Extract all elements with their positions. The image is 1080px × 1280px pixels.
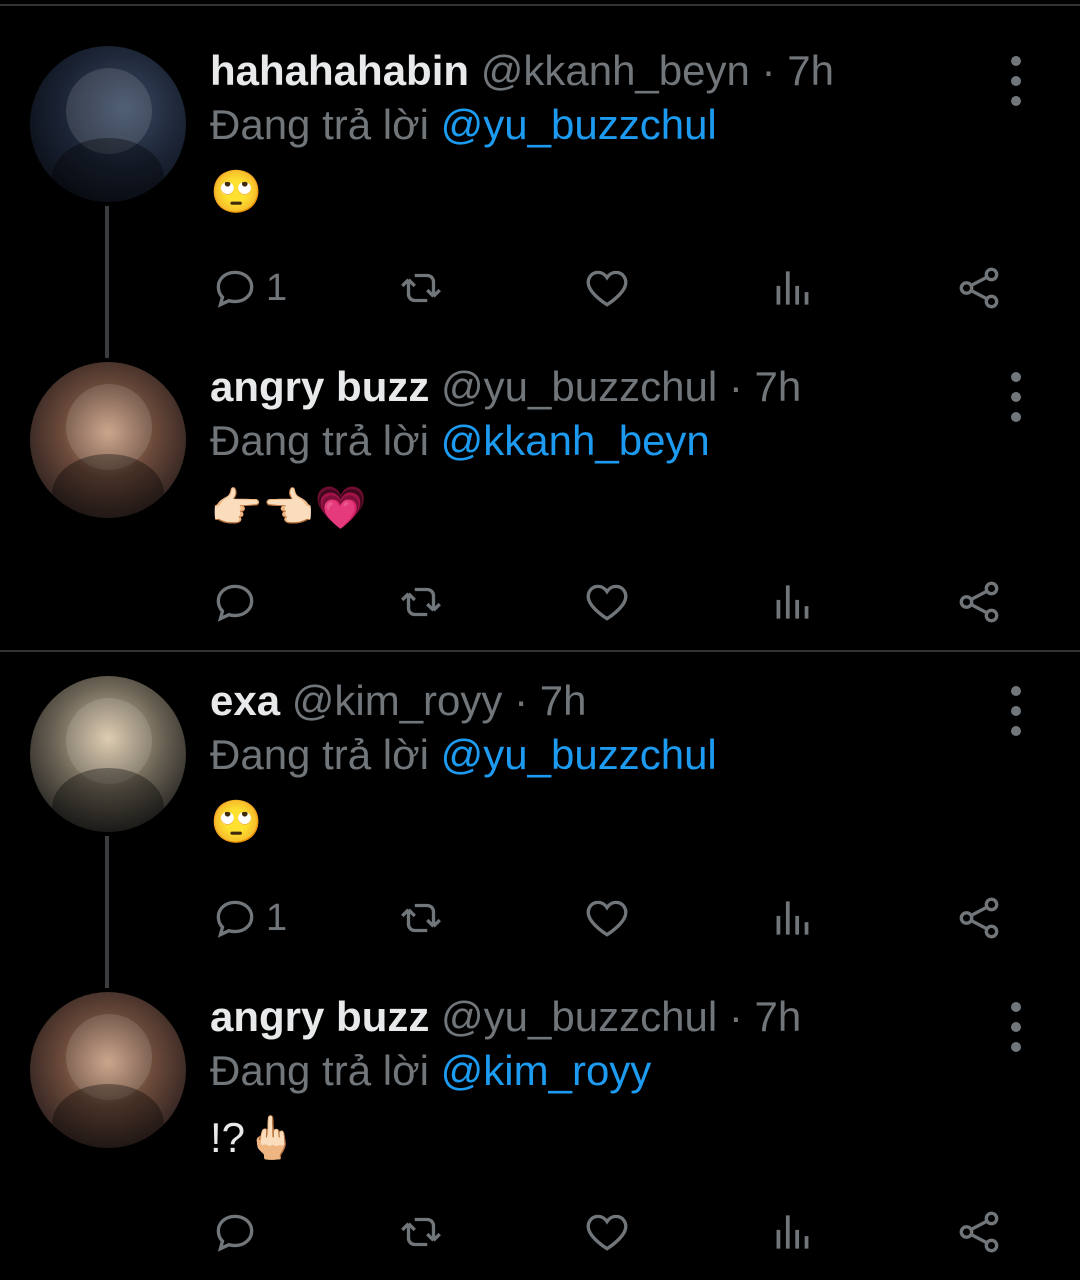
avatar[interactable] [30,992,186,1148]
share-button[interactable] [954,888,1004,948]
tweet-text: 👉🏻👈🏻💗 [210,484,367,531]
reply-count: 1 [266,896,288,939]
retweet-button[interactable] [396,1202,446,1262]
timestamp[interactable]: 7h [755,993,802,1040]
timestamp[interactable]: 7h [787,47,834,94]
reply-prefix: Đang trả lời [210,101,429,148]
comment-icon [216,1214,254,1252]
analytics-icon [776,585,809,619]
reply-prefix: Đang trả lời [210,417,429,464]
tweet-text: !?🖕🏻 [210,1114,298,1161]
tweet-header: exa @kim_royy · 7h [210,676,1010,726]
timestamp[interactable]: 7h [755,363,802,410]
separator-dot: · [728,363,743,410]
views-button[interactable] [768,888,818,948]
replying-to: Đang trả lời @kim_royy [210,1046,1010,1096]
tweet-actions: 1 [210,888,1030,948]
top-divider [0,4,1080,6]
timestamp[interactable]: 7h [540,677,587,724]
reply-mention[interactable]: @kim_royy [441,1047,652,1094]
tweet-header: angry buzz @yu_buzzchul · 7h [210,362,1010,412]
tweet-actions: 1 [210,258,1030,318]
reply-button[interactable]: 1 [210,888,287,948]
reply-prefix: Đang trả lời [210,1047,429,1094]
reply-button[interactable] [210,1202,266,1262]
retweet-button[interactable] [396,258,446,318]
analytics-icon [776,901,809,935]
tweet-actions [210,1202,1030,1262]
tweet-text: 🙄 [210,168,263,215]
like-button[interactable] [582,258,632,318]
tweet-header: hahahahabin @kkanh_beyn · 7h [210,46,1010,96]
thread-connector [105,836,109,988]
thread-connector [105,206,109,358]
separator-dot: · [761,47,776,94]
retweet-icon [401,273,441,303]
avatar[interactable] [30,362,186,518]
retweet-button[interactable] [396,888,446,948]
like-button[interactable] [582,888,632,948]
avatar[interactable] [30,676,186,832]
replying-to: Đang trả lời @yu_buzzchul [210,730,1010,780]
reply-prefix: Đang trả lời [210,731,429,778]
share-button[interactable] [954,572,1004,632]
avatar[interactable] [30,46,186,202]
retweet-icon [401,1217,441,1247]
share-button[interactable] [954,1202,1004,1262]
share-icon [959,1211,999,1253]
user-handle[interactable]: @yu_buzzchul [441,993,717,1040]
comment-icon [216,270,254,308]
share-icon [959,897,999,939]
display-name[interactable]: angry buzz [210,993,429,1040]
share-button[interactable] [954,258,1004,318]
display-name[interactable]: angry buzz [210,363,429,410]
heart-icon [586,900,628,937]
replying-to: Đang trả lời @yu_buzzchul [210,100,1010,150]
comment-icon [216,584,254,622]
separator-dot: · [514,677,529,724]
like-button[interactable] [582,1202,632,1262]
analytics-icon [776,271,809,305]
more-vertical-icon[interactable] [996,372,1036,422]
user-handle[interactable]: @kkanh_beyn [481,47,750,94]
share-icon [959,267,999,309]
reply-button[interactable]: 1 [210,258,287,318]
tweet-actions [210,572,1030,632]
analytics-icon [776,1215,809,1249]
heart-icon [586,584,628,621]
reply-mention[interactable]: @kkanh_beyn [441,417,710,464]
heart-icon [586,1214,628,1251]
heart-icon [586,270,628,307]
tweet-header: angry buzz @yu_buzzchul · 7h [210,992,1010,1042]
more-vertical-icon[interactable] [996,1002,1036,1052]
reply-mention[interactable]: @yu_buzzchul [441,731,717,778]
views-button[interactable] [768,1202,818,1262]
reply-button[interactable] [210,572,266,632]
views-button[interactable] [768,258,818,318]
comment-icon [216,900,254,938]
more-vertical-icon[interactable] [996,56,1036,106]
retweet-icon [401,903,441,933]
retweet-icon [401,587,441,617]
views-button[interactable] [768,572,818,632]
tweet-text: 🙄 [210,798,263,845]
display-name[interactable]: hahahahabin [210,47,469,94]
retweet-button[interactable] [396,572,446,632]
share-icon [959,581,999,623]
user-handle[interactable]: @kim_royy [292,677,503,724]
more-vertical-icon[interactable] [996,686,1036,736]
replying-to: Đang trả lời @kkanh_beyn [210,416,1010,466]
reply-count: 1 [266,266,288,309]
like-button[interactable] [582,572,632,632]
display-name[interactable]: exa [210,677,280,724]
reply-mention[interactable]: @yu_buzzchul [441,101,717,148]
separator-dot: · [728,993,743,1040]
conversation-divider [0,650,1080,652]
user-handle[interactable]: @yu_buzzchul [441,363,717,410]
